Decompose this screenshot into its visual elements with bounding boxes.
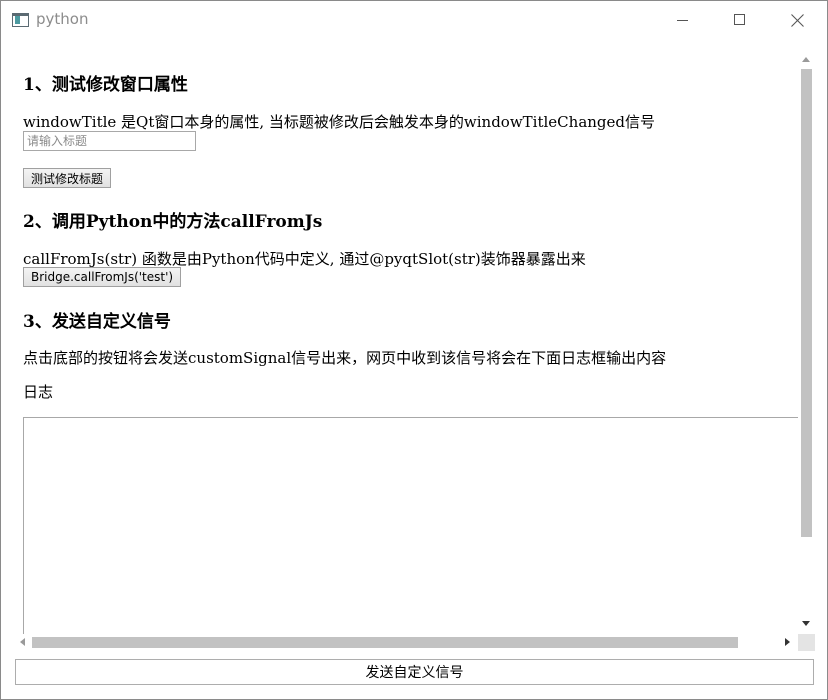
log-label: 日志 (23, 383, 54, 401)
section1-heading: 1、测试修改窗口属性 (23, 75, 188, 95)
window-title: python (36, 10, 89, 28)
scroll-up-icon[interactable] (802, 57, 810, 62)
section1-description: windowTitle 是Qt窗口本身的属性, 当标题被修改后会触发本身的win… (23, 113, 656, 131)
maximize-button[interactable] (711, 1, 769, 39)
minimize-icon (677, 20, 688, 21)
maximize-icon (734, 14, 745, 25)
horizontal-scrollbar[interactable] (15, 634, 798, 651)
scroll-right-icon[interactable] (785, 638, 790, 646)
title-bar[interactable]: python (1, 1, 827, 39)
web-view: 1、测试修改窗口属性 windowTitle 是Qt窗口本身的属性, 当标题被修… (1, 39, 827, 651)
scroll-left-icon[interactable] (20, 638, 25, 646)
minimize-button[interactable] (653, 1, 711, 39)
python-window-icon (12, 13, 29, 27)
scrollbar-corner (798, 634, 815, 651)
change-title-button[interactable]: 测试修改标题 (23, 168, 112, 188)
close-icon (791, 14, 804, 27)
section3-heading: 3、发送自定义信号 (23, 312, 171, 332)
section2-description: callFromJs(str) 函数是由Python代码中定义, 通过@pyqt… (23, 250, 586, 268)
horizontal-scroll-thumb[interactable] (32, 637, 738, 648)
log-textarea[interactable] (23, 417, 799, 651)
vertical-scrollbar[interactable] (798, 53, 815, 637)
close-button[interactable] (769, 1, 827, 39)
section3-description: 点击底部的按钮将会发送customSignal信号出来，网页中收到该信号将会在下… (23, 349, 667, 367)
title-input[interactable] (23, 131, 196, 151)
app-window: python 1、测试修改窗口属性 windowTitle 是Qt窗口本身的属性… (0, 0, 828, 700)
section2-heading: 2、调用Python中的方法callFromJs (23, 212, 323, 232)
scroll-down-icon[interactable] (802, 621, 810, 626)
call-from-js-button[interactable]: Bridge.callFromJs('test') (23, 267, 182, 287)
vertical-scroll-thumb[interactable] (801, 69, 812, 537)
send-custom-signal-button[interactable]: 发送自定义信号 (15, 659, 814, 685)
